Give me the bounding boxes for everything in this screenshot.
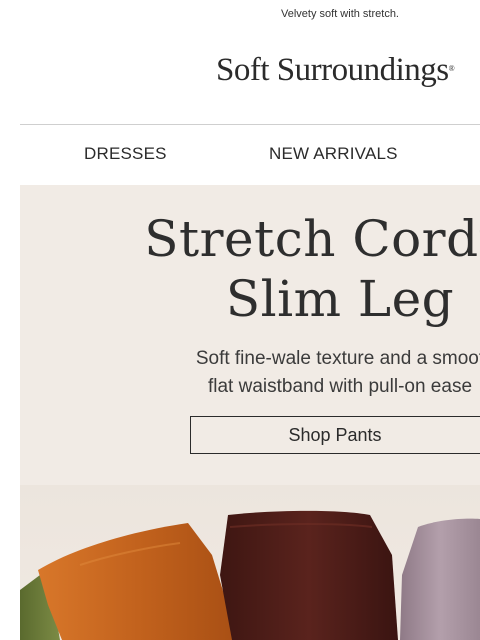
brand-logo[interactable]: Soft Surroundings® <box>216 52 480 89</box>
shop-pants-button[interactable]: Shop Pants <box>190 416 480 454</box>
preheader: Velvety soft with stretch. <box>281 8 399 20</box>
hero-description-line-1: Soft fine-wale texture and a smoot <box>195 348 480 369</box>
nav-item-new-arrivals[interactable]: NEW ARRIVALS <box>269 144 398 164</box>
hero-title-line-2: Slim Leg <box>225 270 455 328</box>
wine-pant <box>220 510 398 640</box>
trademark-mark: ® <box>448 64 455 73</box>
hero-banner: Stretch Cordur Slim Leg Soft fine-wale t… <box>20 185 480 640</box>
hero-title: Stretch Cordur Slim Leg <box>20 209 480 329</box>
corduroy-pants-image[interactable] <box>20 485 480 640</box>
header-divider <box>20 124 480 125</box>
brand-name: Soft Surroundings <box>216 52 449 88</box>
hero-description: Soft fine-wale texture and a smoot flat … <box>20 345 480 401</box>
hero-title-line-1: Stretch Cordur <box>144 210 480 268</box>
hero-description-line-2: flat waistband with pull-on ease <box>207 376 473 397</box>
nav-item-dresses[interactable]: DRESSES <box>84 144 167 164</box>
main-nav: DRESSES NEW ARRIVALS <box>20 144 480 168</box>
